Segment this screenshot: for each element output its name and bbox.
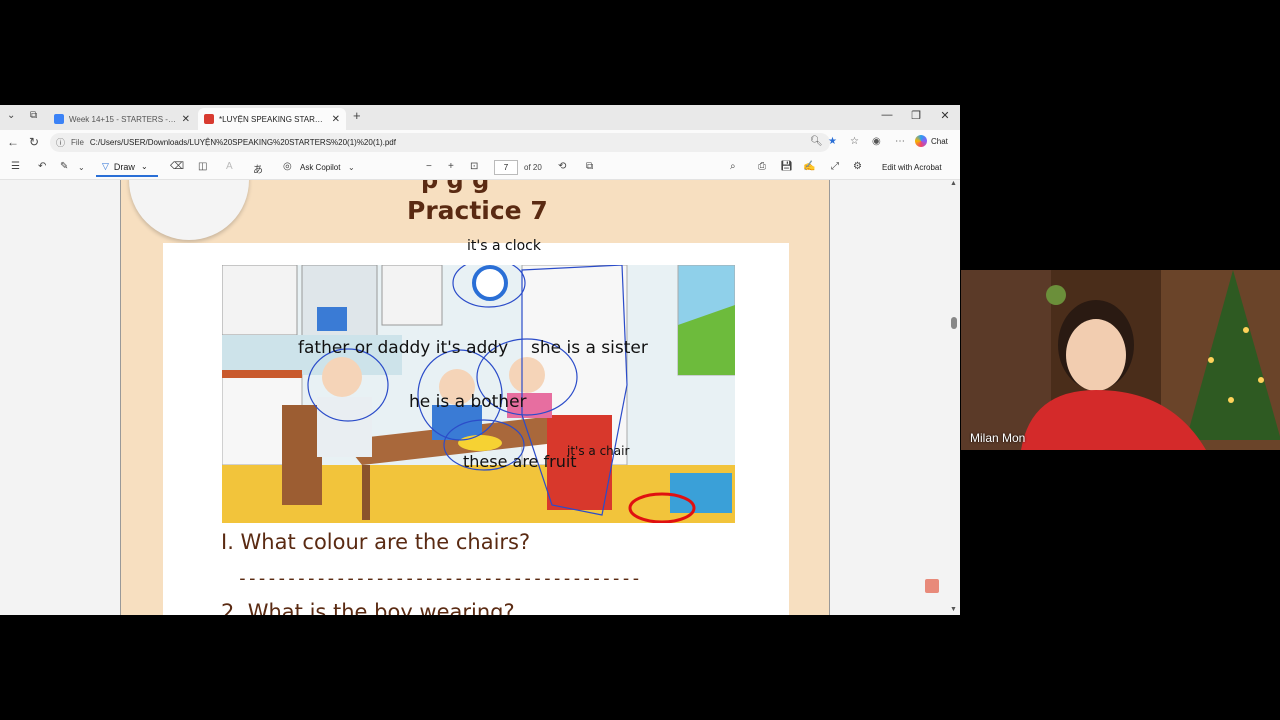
settings-icon[interactable]: ⚙ bbox=[853, 161, 862, 172]
annotation-fruit: these are fruit bbox=[463, 452, 577, 471]
pdf-viewer[interactable]: p g g Practice 7 it's a clock father or … bbox=[0, 180, 960, 615]
copilot-small-icon[interactable]: ◎ bbox=[283, 161, 292, 172]
tab-bar: ⌄ ⧉ Week 14+15 - STARTERS - Presen ✕ *LU… bbox=[0, 105, 960, 130]
vertical-scrollbar[interactable]: ▲ ▼ bbox=[948, 180, 960, 615]
annotation-clock: it's a clock bbox=[467, 238, 541, 254]
page-view-icon[interactable]: ◫ bbox=[198, 161, 207, 172]
scroll-down-icon[interactable]: ▼ bbox=[950, 606, 957, 613]
zoom-out-icon[interactable]: − bbox=[426, 161, 432, 172]
question-2: 2. What is the boy wearing? bbox=[221, 600, 515, 615]
fit-page-icon[interactable]: ⊡ bbox=[470, 161, 478, 172]
chat-label: Chat bbox=[931, 136, 948, 146]
page-heading-cut: p g g bbox=[421, 180, 490, 194]
save-icon[interactable]: 💾︎ bbox=[780, 161, 793, 172]
read-aloud-icon[interactable]: A bbox=[226, 161, 233, 172]
page-number-input[interactable]: 7 bbox=[494, 160, 518, 175]
tab-label: *LUYỆN SPEAKING STARTERS (1) ( bbox=[219, 114, 328, 124]
annotation-chair: it's a chair bbox=[567, 444, 630, 458]
rotate-icon[interactable]: ⟲ bbox=[558, 161, 566, 172]
print-icon[interactable]: ⎙ bbox=[758, 161, 766, 172]
question-1: I. What colour are the chairs? bbox=[221, 530, 531, 554]
tab-luyen-speaking[interactable]: *LUYỆN SPEAKING STARTERS (1) ( ✕ bbox=[198, 108, 346, 130]
video-frame bbox=[961, 270, 1280, 450]
answer-line: ----------------------------------------… bbox=[237, 568, 641, 589]
pdf-favicon-icon bbox=[204, 114, 214, 124]
pdf-page: p g g Practice 7 it's a clock father or … bbox=[120, 180, 830, 615]
pdf-toolbar: ☰ ↶ ✎ ⌄ ▽ Draw ⌄ ⌫ ◫ A あ ◎ Ask Copilot ⌄… bbox=[0, 155, 960, 180]
favorites-icon[interactable]: ☆ bbox=[850, 136, 859, 147]
draw-button[interactable]: ▽ Draw ⌄ bbox=[96, 158, 158, 177]
participant-name: Milan Mon bbox=[970, 431, 1026, 445]
zoom-icon[interactable]: 🔍︎ bbox=[810, 136, 823, 147]
browser-window: ⌄ ⧉ Week 14+15 - STARTERS - Presen ✕ *LU… bbox=[0, 105, 960, 615]
zoom-in-icon[interactable]: + bbox=[448, 161, 454, 172]
page-title: Practice 7 bbox=[407, 196, 548, 225]
annotation-sister: she is a sister bbox=[531, 338, 648, 358]
scroll-thumb[interactable] bbox=[951, 317, 957, 329]
url-text: C:/Users/USER/Downloads/LUYỆN%20SPEAKING… bbox=[89, 138, 396, 147]
draw-label: Draw bbox=[113, 161, 135, 172]
scroll-up-icon[interactable]: ▲ bbox=[950, 180, 957, 187]
translate-icon[interactable]: あ bbox=[253, 161, 263, 176]
decorative-circle bbox=[129, 180, 249, 240]
draw-pen-icon: ▽ bbox=[102, 161, 109, 171]
url-field[interactable]: ⓘ File C:/Users/USER/Downloads/LUYỆN%20S… bbox=[50, 133, 830, 152]
copilot-chat-button[interactable]: Chat bbox=[915, 135, 948, 147]
fullscreen-icon[interactable]: ⤢ bbox=[831, 161, 839, 172]
tab-week-starters[interactable]: Week 14+15 - STARTERS - Presen ✕ bbox=[48, 108, 196, 130]
close-tab-icon[interactable]: ✕ bbox=[332, 114, 340, 125]
ask-copilot-button[interactable]: Ask Copilot bbox=[300, 163, 340, 172]
two-page-icon[interactable]: ⧉ bbox=[586, 161, 593, 172]
edit-with-acrobat-button[interactable]: Edit with Acrobat bbox=[882, 163, 942, 172]
tab-favicon-icon bbox=[54, 114, 64, 124]
highlight-icon[interactable]: ✎ bbox=[60, 161, 68, 172]
new-tab-button[interactable]: + bbox=[353, 108, 361, 123]
back-icon[interactable]: ← bbox=[7, 135, 19, 149]
acrobat-icon[interactable] bbox=[925, 579, 939, 593]
highlight-chevron-icon[interactable]: ⌄ bbox=[78, 163, 85, 172]
tab-list-icon[interactable]: ⌄ bbox=[7, 110, 15, 121]
more-menu-icon[interactable]: ⋯ bbox=[895, 136, 905, 147]
tab-label: Week 14+15 - STARTERS - Presen bbox=[69, 114, 178, 124]
search-icon[interactable]: ⌕ bbox=[730, 161, 736, 172]
restore-icon[interactable]: ❐ bbox=[901, 109, 931, 122]
url-scheme-label: File bbox=[71, 138, 84, 147]
draw-chevron-icon: ⌄ bbox=[140, 162, 148, 171]
page-total-label: of 20 bbox=[524, 163, 542, 172]
address-bar-row: ← ↻ ⓘ File C:/Users/USER/Downloads/LUYỆN… bbox=[0, 130, 960, 155]
profile-icon[interactable]: ◉ bbox=[872, 136, 881, 147]
participant-video bbox=[961, 270, 1280, 450]
undo-icon[interactable]: ↶ bbox=[38, 161, 46, 172]
eraser-icon[interactable]: ⌫ bbox=[170, 161, 184, 172]
close-tab-icon[interactable]: ✕ bbox=[182, 114, 190, 125]
close-window-icon[interactable]: ✕ bbox=[930, 109, 960, 122]
minimize-icon[interactable]: — bbox=[872, 109, 902, 121]
annotation-brother: he is a bother bbox=[409, 392, 527, 412]
refresh-icon[interactable]: ↻ bbox=[29, 135, 39, 149]
copilot-chevron-icon[interactable]: ⌄ bbox=[348, 163, 355, 172]
favorite-star-icon[interactable]: ★ bbox=[828, 136, 837, 147]
annotation-father: father or daddy it's addy bbox=[298, 338, 509, 358]
copilot-icon bbox=[915, 135, 927, 147]
contents-icon[interactable]: ☰ bbox=[11, 161, 20, 172]
workspaces-icon[interactable]: ⧉ bbox=[30, 110, 37, 121]
save-as-icon[interactable]: ✍ bbox=[803, 161, 815, 172]
info-icon: ⓘ bbox=[56, 138, 66, 148]
